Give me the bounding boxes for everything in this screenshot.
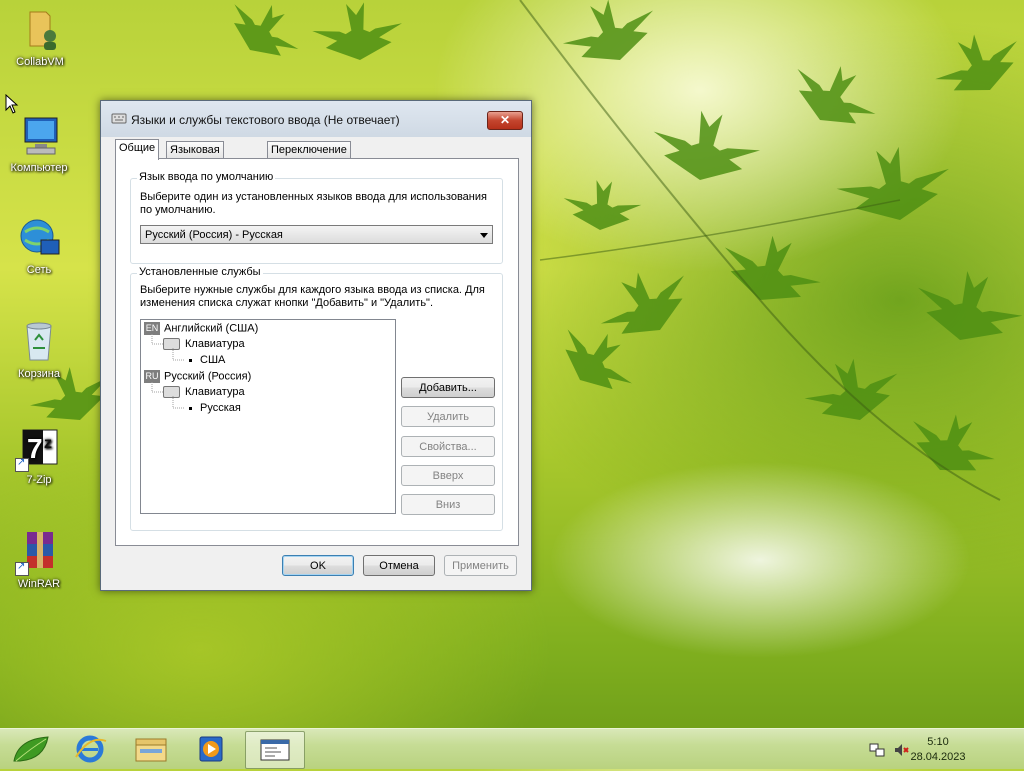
properties-button[interactable]: Свойства... (401, 436, 495, 457)
tree-item-layout[interactable]: Русская (189, 402, 241, 414)
start-button[interactable] (4, 731, 58, 767)
group-description: Выберите один из установленных языков вв… (140, 191, 487, 216)
media-player-icon (199, 736, 223, 762)
tree-lines (151, 334, 185, 409)
tab-general[interactable]: Общие (115, 139, 160, 160)
recycle-bin-icon (15, 318, 63, 366)
move-up-button[interactable]: Вверх (401, 465, 495, 486)
computer-icon (15, 112, 63, 160)
category-label: Клавиатура (185, 386, 245, 398)
remove-button[interactable]: Удалить (401, 406, 495, 427)
close-button[interactable]: ✕ (487, 111, 523, 130)
taskbar-language-dialog[interactable] (245, 731, 305, 769)
taskbar-internet-explorer[interactable] (62, 731, 116, 767)
desktop-icon-computer[interactable]: Компьютер (1, 112, 77, 174)
desktop-icon-network[interactable]: Сеть (1, 214, 77, 276)
desktop-icon-label: CollabVM (16, 56, 64, 68)
clock-date: 28.04.2023 (910, 751, 966, 763)
category-label: Клавиатура (185, 338, 245, 350)
apply-button[interactable]: Применить (444, 555, 517, 576)
system-clock[interactable]: 5:10 28.04.2023 (908, 735, 968, 765)
default-language-group: Язык ввода по умолчанию Выберите один из… (130, 171, 503, 264)
winrar-icon (15, 528, 63, 576)
layout-label: США (200, 354, 226, 366)
selected-value: Русский (Россия) - Русская (145, 229, 283, 241)
desktop-icon-7zip[interactable]: 7z 7-Zip (1, 424, 77, 486)
7zip-icon: 7z (15, 424, 63, 472)
network-icon (15, 214, 63, 262)
svg-text:z: z (44, 435, 52, 452)
ok-button[interactable]: OK (282, 555, 354, 576)
cancel-button[interactable]: Отмена (363, 555, 435, 576)
leaf-start-icon (13, 736, 49, 762)
group-label: Язык ввода по умолчанию (137, 171, 276, 183)
tree-item-layout[interactable]: США (189, 354, 225, 366)
volume-muted-icon[interactable] (893, 742, 909, 758)
desktop-icon-label: Корзина (18, 368, 60, 380)
desktop-icon-label: Компьютер (10, 162, 68, 174)
group-label: Установленные службы (137, 266, 263, 278)
taskbar: 5:10 28.04.2023 (0, 728, 1024, 769)
tab-panel-general: Язык ввода по умолчанию Выберите один из… (115, 158, 519, 546)
taskbar-explorer[interactable] (124, 731, 178, 767)
desktop-icon-label: WinRAR (17, 578, 61, 590)
desktop-icon-recycle-bin[interactable]: Корзина (1, 318, 77, 380)
services-tree[interactable]: EN Английский (США) Клавиатура США RU Русс… (140, 319, 396, 514)
shortcut-arrow-icon (15, 457, 29, 472)
dialog-titlebar[interactable]: Языки и службы текстового ввода (Не отве… (101, 101, 531, 137)
taskbar-media-player[interactable] (184, 731, 238, 767)
desktop-icon-label: Сеть (26, 264, 52, 276)
tab-language-bar[interactable]: Языковая панель (166, 141, 224, 173)
move-down-button[interactable]: Вниз (401, 494, 495, 515)
group-description: Выберите нужные службы для каждого языка… (140, 284, 485, 309)
desktop-icon-winrar[interactable]: WinRAR (1, 528, 77, 590)
dialog-title: Языки и службы текстового ввода (Не отве… (131, 113, 400, 127)
svg-text:7: 7 (27, 433, 43, 464)
desktop-icon-collabvm[interactable]: CollabVM (2, 6, 78, 68)
close-icon: ✕ (499, 113, 511, 127)
folder-user-icon (16, 6, 64, 54)
tab-keyboard-switch[interactable]: Переключение клавиатуры (267, 141, 351, 173)
folder-icon (135, 738, 167, 762)
desktop-icon-label: 7-Zip (26, 474, 52, 486)
default-language-select[interactable]: Русский (Россия) - Русская (140, 225, 493, 244)
languages-dialog: Языки и службы текстового ввода (Не отве… (100, 100, 532, 591)
language-label: Английский (США) (164, 322, 259, 335)
mouse-cursor-icon (5, 94, 19, 114)
shortcut-arrow-icon (15, 561, 29, 576)
chevron-down-icon (480, 233, 488, 238)
internet-explorer-icon (75, 735, 107, 763)
layout-label: Русская (200, 402, 241, 414)
network-tray-icon[interactable] (869, 742, 885, 758)
clock-time: 5:10 (927, 736, 949, 748)
keyboard-icon (111, 113, 127, 124)
add-button[interactable]: Добавить... (401, 377, 495, 398)
window-icon (260, 739, 290, 761)
